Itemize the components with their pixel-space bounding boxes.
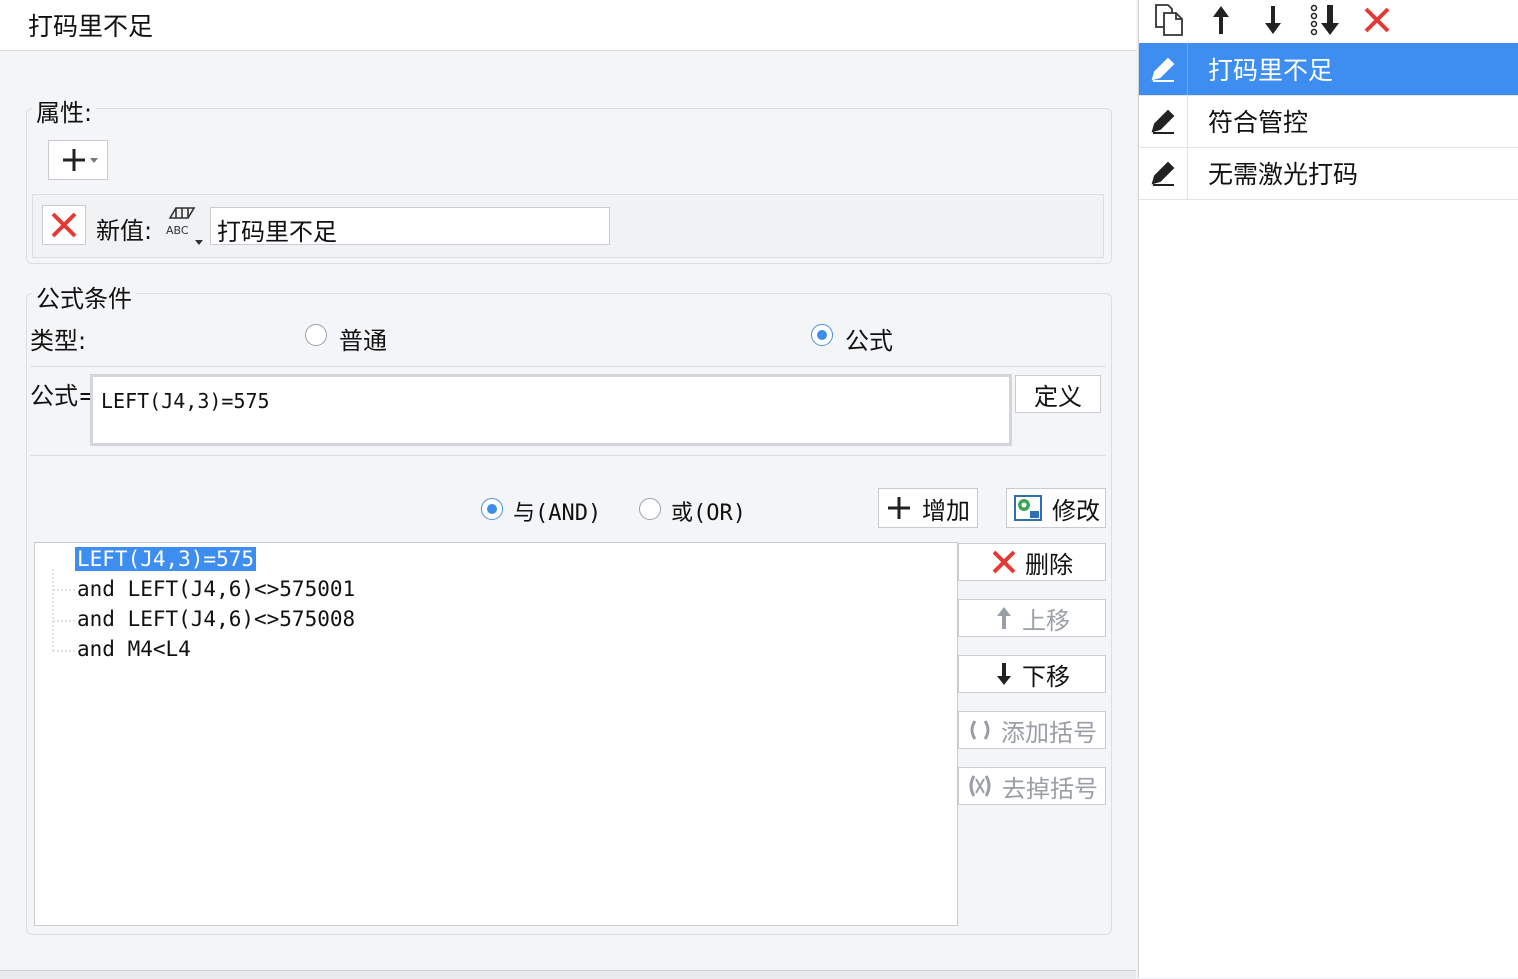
paren-icon <box>970 720 990 740</box>
new-value-text: 打码里不足 <box>217 218 337 246</box>
move-down-button[interactable]: 下移 <box>958 655 1106 693</box>
move-down-label: 下移 <box>1022 662 1070 691</box>
tree-node-selected[interactable]: LEFT(J4,3)=575 <box>75 547 257 571</box>
logic-and-label[interactable]: 与(AND) <box>513 495 601 527</box>
condition-tree[interactable]: LEFT(J4,3)=575 and LEFT(J4,6)<>575001 an… <box>34 542 958 926</box>
new-value-label: 新值: <box>96 217 153 245</box>
close-icon <box>992 550 1016 574</box>
gear-edit-icon <box>1014 495 1042 521</box>
formula-condition-legend: 公式条件 <box>32 279 136 314</box>
type-label: 类型: <box>30 327 87 355</box>
type-normal-label[interactable]: 普通 <box>339 321 387 356</box>
delete-condition-label: 删除 <box>1025 550 1073 579</box>
list-item[interactable]: 无需激光打码 <box>1139 147 1518 200</box>
list-item-label: 符合管控 <box>1208 108 1309 137</box>
define-button[interactable]: 定义 <box>1015 375 1101 413</box>
tree-node[interactable]: and LEFT(J4,6)<>575001 <box>77 577 355 601</box>
page-title: 打码里不足 <box>28 12 154 41</box>
plus-icon <box>888 497 910 519</box>
divider <box>30 366 1106 367</box>
plus-dropdown-icon <box>63 149 98 171</box>
formula-label: 公式= <box>30 382 99 410</box>
new-value-input[interactable]: 打码里不足 <box>210 207 610 246</box>
pencil-icon <box>1139 95 1188 147</box>
add-paren-button[interactable]: 添加括号 <box>958 711 1106 749</box>
svg-text:ABC: ABC <box>166 224 189 237</box>
tree-node[interactable]: and LEFT(J4,6)<>575008 <box>77 607 355 631</box>
add-attribute-button[interactable] <box>48 140 108 180</box>
type-normal-radio[interactable] <box>305 324 327 346</box>
close-icon <box>51 212 77 238</box>
copy-icon[interactable] <box>1151 2 1187 38</box>
attributes-legend: 属性: <box>32 93 97 128</box>
abc-type-icon[interactable]: ABC <box>162 204 206 246</box>
tree-node[interactable]: and M4<L4 <box>77 637 191 661</box>
modify-condition-label: 修改 <box>1052 496 1100 525</box>
type-formula-label[interactable]: 公式 <box>845 321 893 356</box>
arrow-up-icon[interactable] <box>1203 2 1239 38</box>
divider <box>30 455 1106 456</box>
remove-paren-button[interactable]: 去掉括号 <box>958 767 1106 805</box>
formula-text: LEFT(J4,3)=575 <box>101 389 270 413</box>
remove-attribute-button[interactable] <box>42 205 86 245</box>
list-item[interactable]: 符合管控 <box>1139 95 1518 148</box>
move-bottom-icon[interactable] <box>1307 2 1343 38</box>
arrow-up-icon <box>997 607 1011 629</box>
formula-input[interactable]: LEFT(J4,3)=575 <box>90 374 1012 446</box>
pencil-icon <box>1139 43 1188 95</box>
condition-list-pane: 打码里不足 符合管控 无需激光打码 <box>1138 0 1518 978</box>
add-paren-label: 添加括号 <box>1001 718 1097 747</box>
remove-paren-label: 去掉括号 <box>1002 774 1098 803</box>
move-up-button[interactable]: 上移 <box>958 599 1106 637</box>
arrow-down-icon[interactable] <box>1255 2 1291 38</box>
logic-and-radio[interactable] <box>481 498 503 520</box>
list-item[interactable]: 打码里不足 <box>1139 43 1518 96</box>
delete-condition-button[interactable]: 删除 <box>958 543 1106 581</box>
arrow-down-icon <box>997 663 1011 685</box>
logic-or-radio[interactable] <box>639 498 661 520</box>
list-item-label: 打码里不足 <box>1208 56 1334 85</box>
add-condition-button[interactable]: 增加 <box>878 488 978 528</box>
list-toolbar <box>1139 0 1518 42</box>
type-formula-radio[interactable] <box>811 324 833 346</box>
pencil-icon <box>1139 147 1188 199</box>
move-up-label: 上移 <box>1022 606 1070 635</box>
condition-editor-pane: 打码里不足 属性: 新值: ABC 打码里不足 公式条件 类型: 普通 公式 公… <box>0 0 1136 979</box>
logic-or-label[interactable]: 或(OR) <box>671 495 746 527</box>
title-bar: 打码里不足 <box>0 0 1136 51</box>
remove-paren-icon <box>969 775 991 797</box>
list-item-label: 无需激光打码 <box>1208 160 1359 189</box>
add-condition-label: 增加 <box>922 496 970 525</box>
close-icon[interactable] <box>1359 2 1395 38</box>
modify-condition-button[interactable]: 修改 <box>1006 488 1106 528</box>
